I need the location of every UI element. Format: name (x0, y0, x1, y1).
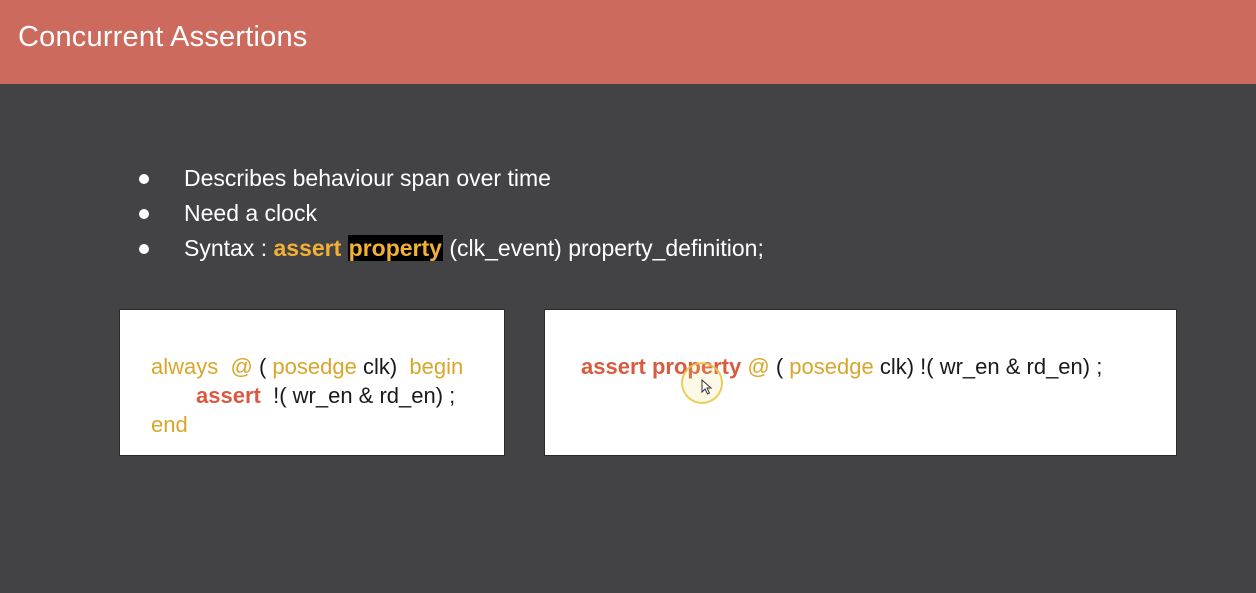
title-bar: Concurrent Assertions (0, 0, 1256, 84)
syntax-line: Syntax : assert property (clk_event) pro… (184, 233, 764, 263)
slide: Concurrent Assertions Describes behaviou… (0, 0, 1256, 593)
immediate-assertion-code-box: always @ ( posedge clk) begin assert !( … (119, 309, 505, 456)
code-line-1: always @ ( posedge clk) begin (151, 352, 463, 381)
mouse-pointer-icon (701, 379, 713, 395)
code-keyword-begin: begin (409, 354, 464, 379)
syntax-keyword-assert: assert (273, 235, 342, 261)
syntax-keyword-property-highlighted: property (347, 235, 443, 261)
bullet-dot-icon (139, 209, 149, 219)
code-line-3: end (151, 410, 188, 439)
code-expression: !( wr_en & rd_en) ; (273, 383, 456, 408)
bullet-dot-icon (139, 174, 149, 184)
code-keyword-assert: assert (196, 383, 261, 408)
code-at: @ (230, 354, 253, 379)
syntax-suffix: (clk_event) property_definition; (442, 235, 764, 261)
code-line-2: assert !( wr_en & rd_en) ; (196, 381, 455, 410)
syntax-prefix: Syntax : (184, 235, 274, 261)
code-keyword-end: end (151, 412, 188, 437)
code-paren: ( (775, 354, 784, 379)
code-keyword-always: always (151, 354, 219, 379)
code-keyword-posedge: posedge (272, 354, 357, 379)
bullet-text: Describes behaviour span over time (184, 165, 551, 191)
code-keyword-posedge: posedge (789, 354, 874, 379)
code-rest: clk) !( wr_en & rd_en) ; (879, 354, 1103, 379)
bullet-text: Need a clock (184, 200, 317, 226)
code-at: @ (747, 354, 770, 379)
code-clk: clk) (362, 354, 398, 379)
slide-title: Concurrent Assertions (18, 21, 308, 53)
code-paren: ( (258, 354, 267, 379)
concurrent-assertion-code-box: assert property @ ( posedge clk) !( wr_e… (544, 309, 1177, 456)
bullet-dot-icon (139, 244, 149, 254)
code-line-concurrent: assert property @ ( posedge clk) !( wr_e… (581, 352, 1102, 381)
code-keyword-assert: assert (581, 354, 646, 379)
